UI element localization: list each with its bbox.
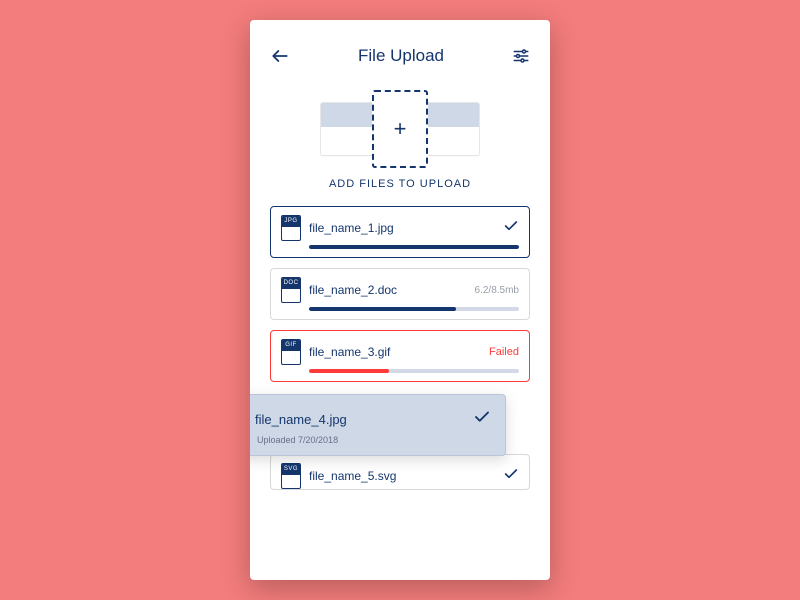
file-name: file_name_3.gif xyxy=(309,345,481,359)
back-icon[interactable] xyxy=(270,46,290,66)
dropzone-label: ADD FILES TO UPLOAD xyxy=(329,178,471,190)
file-type-icon: DOC xyxy=(281,277,301,303)
file-card[interactable]: SVG file_name_5.svg xyxy=(270,454,530,490)
progress-bar xyxy=(309,245,519,249)
file-name: file_name_5.svg xyxy=(309,469,495,483)
file-name: file_name_1.jpg xyxy=(309,221,495,235)
page-title: File Upload xyxy=(358,46,444,66)
header-bar: File Upload xyxy=(270,36,530,76)
file-list: JPG file_name_1.jpg DOC file_name_2.doc … xyxy=(270,206,530,490)
file-card[interactable]: JPG file_name_1.jpg xyxy=(270,206,530,258)
check-icon xyxy=(473,408,491,431)
file-name: file_name_4.jpg xyxy=(255,412,465,427)
upload-screen: File Upload + ADD FILES TO UPLOAD JPG fi… xyxy=(250,20,550,580)
file-type-icon: JPG xyxy=(281,215,301,241)
progress-bar xyxy=(309,307,519,311)
file-name: file_name_2.doc xyxy=(309,283,467,297)
file-type-icon: SVG xyxy=(281,463,301,489)
add-file-box[interactable]: + xyxy=(372,90,428,168)
dropzone-graphic: + xyxy=(320,90,480,168)
file-card-selected[interactable]: JPG file_name_4.jpg Uploaded 7/20/2018 xyxy=(250,394,506,456)
file-size-label: 6.2/8.5mb xyxy=(475,285,519,296)
status-failed: Failed xyxy=(489,346,519,358)
filter-icon[interactable] xyxy=(512,47,530,65)
file-type-icon: GIF xyxy=(281,339,301,365)
check-icon xyxy=(503,466,519,487)
plus-icon: + xyxy=(394,116,407,142)
file-card[interactable]: DOC file_name_2.doc 6.2/8.5mb xyxy=(270,268,530,320)
uploaded-date: Uploaded 7/20/2018 xyxy=(257,435,491,445)
file-card[interactable]: GIF file_name_3.gif Failed xyxy=(270,330,530,382)
check-icon xyxy=(503,218,519,239)
progress-bar xyxy=(309,369,519,373)
dropzone[interactable]: + ADD FILES TO UPLOAD xyxy=(270,90,530,190)
